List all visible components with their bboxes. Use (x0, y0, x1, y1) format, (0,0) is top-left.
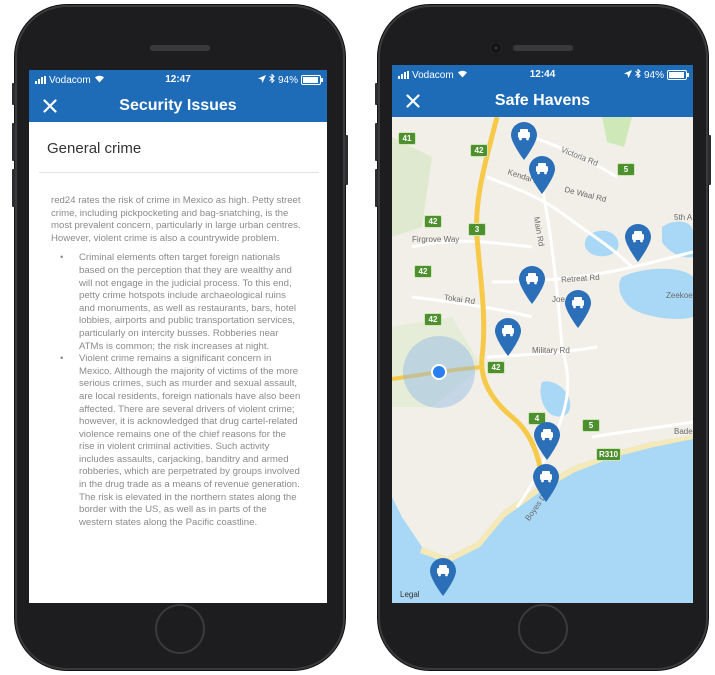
volume-down-button (12, 169, 15, 207)
location-arrow-icon (257, 74, 266, 86)
location-arrow-icon (623, 69, 632, 81)
status-bar: Vodacom 12:44 94% (392, 65, 693, 85)
taxi-pin-icon[interactable] (624, 223, 652, 263)
status-right: 94% (257, 73, 323, 86)
taxi-pin-icon[interactable] (532, 463, 560, 503)
road-badge: 3 (468, 223, 486, 236)
street-label: Bade (674, 427, 693, 436)
left-screen: Vodacom 12:47 94% Security Issues Genera… (29, 70, 327, 603)
page-title: Safe Havens (494, 92, 591, 109)
street-label: Zeekoe (666, 291, 693, 300)
taxi-pin-icon[interactable] (564, 289, 592, 329)
battery-icon (301, 75, 323, 85)
bullet-list: Criminal elements often target foreign n… (51, 252, 301, 529)
right-phone-frame: Vodacom 12:44 94% Safe Havens 41 42 5 42… (375, 5, 711, 670)
road-badge: 42 (424, 215, 442, 228)
right-screen: Vodacom 12:44 94% Safe Havens 41 42 5 42… (392, 65, 693, 603)
mute-switch (375, 83, 378, 105)
bluetooth-icon (635, 68, 641, 81)
list-item: Criminal elements often target foreign n… (51, 252, 301, 353)
home-button[interactable] (155, 604, 205, 654)
battery-percent: 94% (277, 74, 298, 86)
road-badge: 42 (470, 144, 488, 157)
article-body[interactable]: red24 rates the risk of crime in Mexico … (51, 195, 301, 603)
battery-icon (667, 70, 689, 80)
taxi-pin-icon[interactable] (528, 155, 556, 195)
taxi-pin-icon[interactable] (494, 317, 522, 357)
volume-down-button (375, 169, 378, 207)
road-badge: R310 (596, 448, 622, 461)
battery-percent: 94% (643, 69, 664, 81)
heading-divider (39, 172, 319, 173)
power-button (708, 135, 711, 185)
map-view[interactable]: 41 42 5 42 3 42 42 42 4 5 R310 Kendal Rd… (392, 117, 693, 603)
legal-link[interactable]: Legal (400, 590, 420, 599)
taxi-pin-icon[interactable] (518, 265, 546, 305)
road-badge: 5 (582, 419, 600, 432)
bluetooth-icon (269, 73, 275, 86)
volume-up-button (12, 123, 15, 161)
current-location-icon[interactable] (431, 364, 447, 380)
street-label: Joe (552, 295, 565, 304)
front-camera (492, 44, 500, 52)
section-heading: General crime (47, 140, 142, 157)
left-phone-frame: Vodacom 12:47 94% Security Issues Genera… (12, 5, 348, 670)
nav-bar: Security Issues (29, 90, 327, 122)
speaker-grille (513, 45, 573, 51)
nav-bar: Safe Havens (392, 85, 693, 117)
street-label: Military Rd (532, 346, 570, 355)
home-button[interactable] (518, 604, 568, 654)
road-badge: 42 (414, 265, 432, 278)
road-badge: 42 (487, 361, 505, 374)
mute-switch (12, 83, 15, 105)
power-button (345, 135, 348, 185)
intro-paragraph: red24 rates the risk of crime in Mexico … (51, 195, 301, 244)
road-badge: 42 (424, 313, 442, 326)
page-title: Security Issues (119, 97, 237, 114)
taxi-pin-icon[interactable] (533, 421, 561, 461)
road-badge: 5 (617, 163, 635, 176)
taxi-pin-icon[interactable] (429, 557, 457, 597)
volume-up-button (375, 123, 378, 161)
list-item: Violent crime remains a significant conc… (51, 353, 301, 529)
road-badge: 41 (398, 132, 416, 145)
street-label: Firgrove Way (412, 235, 460, 244)
speaker-grille (150, 45, 210, 51)
status-right: 94% (623, 68, 689, 81)
street-label: 5th A (674, 213, 693, 222)
status-bar: Vodacom 12:47 94% (29, 70, 327, 90)
